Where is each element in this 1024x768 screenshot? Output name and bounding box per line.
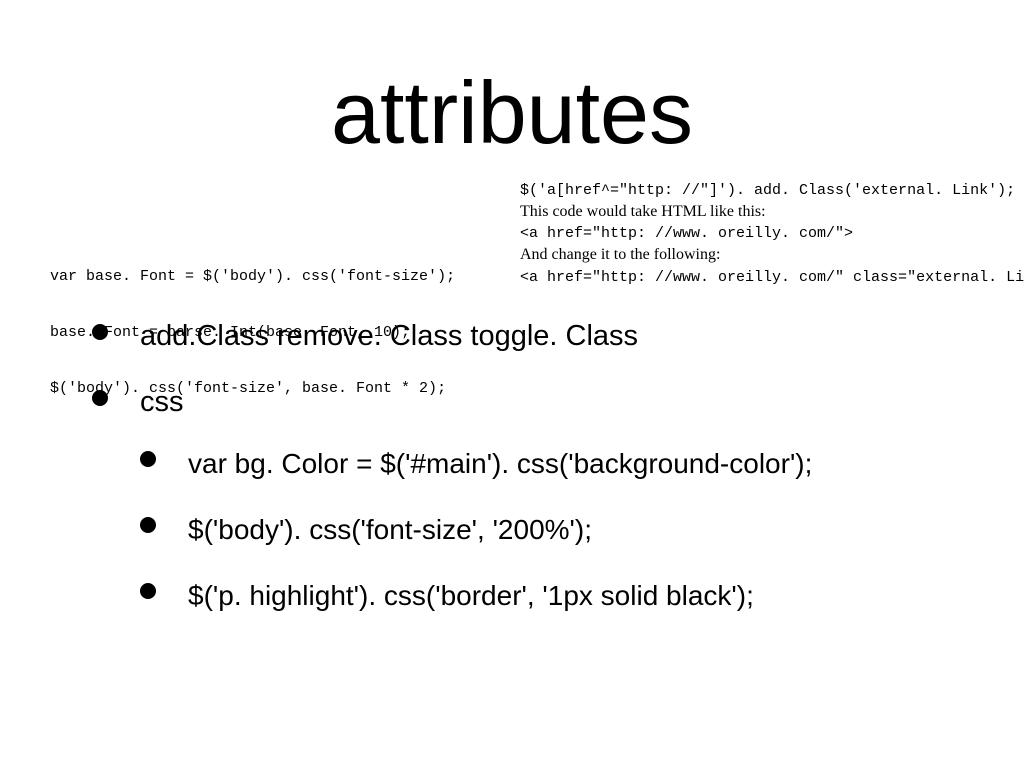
code-line: $('a[href^="http: //"]'). add. Class('ex…: [520, 180, 1024, 201]
bullet-item: css var bg. Color = $('#main'). css('bac…: [92, 384, 964, 615]
slide-title: attributes: [0, 62, 1024, 164]
caption-line: And change it to the following:: [520, 244, 1024, 266]
bullet-item: add.Class remove. Class toggle. Class: [92, 318, 964, 356]
code-line: var base. Font = $('body'). css('font-si…: [50, 268, 455, 287]
bullet-text: add.Class remove. Class toggle. Class: [140, 320, 638, 352]
code-line: <a href="http: //www. oreilly. com/" cla…: [520, 267, 1024, 288]
sub-bullet-item: var bg. Color = $('#main'). css('backgro…: [140, 445, 964, 483]
code-snippet-right: $('a[href^="http: //"]'). add. Class('ex…: [520, 180, 1024, 288]
code-line: <a href="http: //www. oreilly. com/">: [520, 223, 1024, 244]
bullet-text: css: [140, 386, 184, 418]
sub-bullet-item: $('body'). css('font-size', '200%');: [140, 511, 964, 549]
sub-bullet-item: $('p. highlight'). css('border', '1px so…: [140, 577, 964, 615]
caption-line: This code would take HTML like this:: [520, 201, 1024, 223]
bullet-text: var bg. Color = $('#main'). css('backgro…: [188, 448, 812, 479]
bullet-text: $('p. highlight'). css('border', '1px so…: [188, 580, 754, 611]
bullet-text: $('body'). css('font-size', '200%');: [188, 514, 592, 545]
slide: attributes var base. Font = $('body'). c…: [0, 0, 1024, 768]
bullet-list: add.Class remove. Class toggle. Class cs…: [92, 318, 964, 643]
